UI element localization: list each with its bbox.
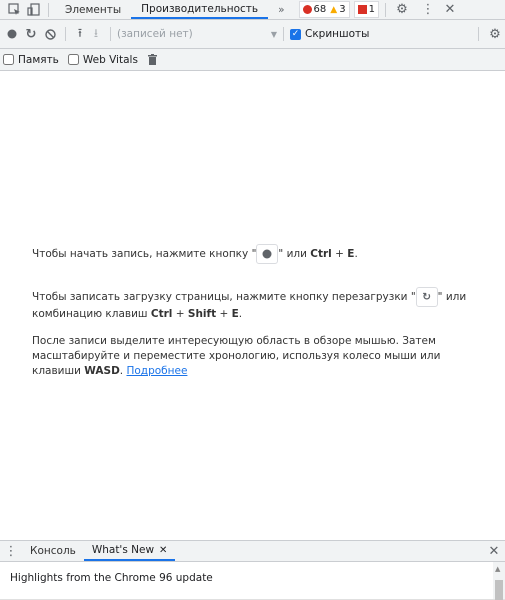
device-toolbar-icon[interactable]: [24, 3, 42, 16]
whats-new-panel: Highlights from the Chrome 96 update ▲: [0, 562, 505, 600]
more-options-icon[interactable]: ⋮: [418, 2, 438, 17]
scrollbar[interactable]: ▲: [493, 562, 505, 600]
issue-icon: [357, 5, 367, 14]
ctrl-key: Ctrl: [310, 248, 332, 260]
memory-checkbox[interactable]: [3, 54, 14, 65]
divider: [283, 27, 284, 41]
warnings-count: 3: [339, 4, 346, 15]
performance-toolbar: ↻ ⭱ ⭳ (записей нет) ▼ ✓ Скриншоты ⚙: [0, 20, 505, 49]
web-vitals-label: Web Vitals: [82, 53, 138, 66]
highlights-heading: Highlights from the Chrome 96 update: [10, 572, 213, 584]
upload-profile-icon[interactable]: ⭱: [72, 24, 88, 45]
recordings-placeholder: (записей нет): [117, 28, 193, 40]
scroll-thumb[interactable]: [495, 580, 503, 600]
period: .: [354, 248, 358, 260]
devtools-tabbar: Элементы Производительность » 68 ▲ 3 1 ⚙…: [0, 0, 505, 20]
after-record-instructions: После записи выделите интересующую облас…: [32, 334, 482, 379]
drawer-tabbar: ⋮ Консоль What's New ✕ ✕: [0, 540, 505, 562]
shift-key: Shift: [187, 308, 217, 320]
divider: [48, 2, 49, 17]
clear-icon[interactable]: [41, 28, 59, 40]
capture-settings-gear-icon[interactable]: ⚙: [485, 27, 505, 42]
settings-gear-icon[interactable]: ⚙: [392, 2, 412, 17]
screenshots-label: Скриншоты: [305, 28, 370, 40]
memory-label: Память: [18, 53, 59, 66]
tab-whats-new[interactable]: What's New ✕: [83, 541, 176, 561]
chevron-down-icon: ▼: [270, 29, 277, 39]
error-icon: [302, 5, 312, 14]
record-text: " или: [278, 248, 311, 260]
close-tab-icon[interactable]: ✕: [159, 545, 167, 556]
performance-landing: Чтобы начать запись, нажмите кнопку " " и…: [0, 71, 505, 531]
reload-hint-button[interactable]: ↻: [415, 287, 438, 307]
more-tabs-button[interactable]: »: [268, 0, 294, 19]
drawer-menu-icon[interactable]: ⋮: [0, 544, 22, 559]
whats-new-label: What's New: [91, 544, 155, 556]
screenshots-checkbox[interactable]: ✓: [290, 28, 301, 40]
inspect-element-icon[interactable]: [4, 3, 24, 16]
e-key: E: [231, 308, 239, 320]
close-drawer-icon[interactable]: ✕: [483, 544, 505, 559]
divider: [65, 27, 66, 41]
issues-badge[interactable]: 1: [353, 1, 379, 18]
web-vitals-checkbox[interactable]: [67, 54, 79, 65]
divider: [110, 27, 111, 41]
reload-record-icon[interactable]: ↻: [21, 27, 41, 42]
errors-badge[interactable]: 68 ▲ 3: [298, 1, 350, 18]
divider: [478, 27, 479, 41]
capture-options-bar: Память Web Vitals: [0, 49, 505, 71]
wasd-key: WASD: [84, 365, 120, 377]
screenshots-checkbox-wrap[interactable]: ✓ Скриншоты: [290, 28, 369, 40]
tab-performance[interactable]: Производительность: [131, 0, 269, 19]
record-hint-button[interactable]: [256, 244, 279, 264]
reload-instructions: Чтобы записать загрузку страницы, нажмит…: [32, 287, 482, 322]
learn-more-link[interactable]: Подробнее: [126, 365, 187, 377]
divider: [384, 2, 386, 17]
record-instructions: Чтобы начать запись, нажмите кнопку " " и…: [32, 244, 482, 264]
ctrl-key: Ctrl: [150, 308, 173, 320]
recordings-select[interactable]: (записей нет) ▼: [117, 28, 277, 40]
record-button[interactable]: [3, 29, 21, 39]
issues-count: 1: [368, 4, 375, 15]
tab-elements[interactable]: Элементы: [55, 0, 131, 19]
tab-console[interactable]: Консоль: [22, 541, 84, 561]
reload-text: Чтобы записать загрузку страницы, нажмит…: [32, 291, 416, 303]
errors-count: 68: [313, 4, 327, 15]
download-profile-icon[interactable]: ⭳: [88, 24, 104, 45]
close-devtools-icon[interactable]: ✕: [440, 2, 460, 17]
scroll-up-icon[interactable]: ▲: [495, 565, 500, 573]
record-text: Чтобы начать запись, нажмите кнопку ": [32, 248, 257, 260]
warning-icon: ▲: [330, 4, 338, 15]
plus-sign: +: [331, 248, 348, 260]
trash-icon[interactable]: [146, 54, 160, 65]
